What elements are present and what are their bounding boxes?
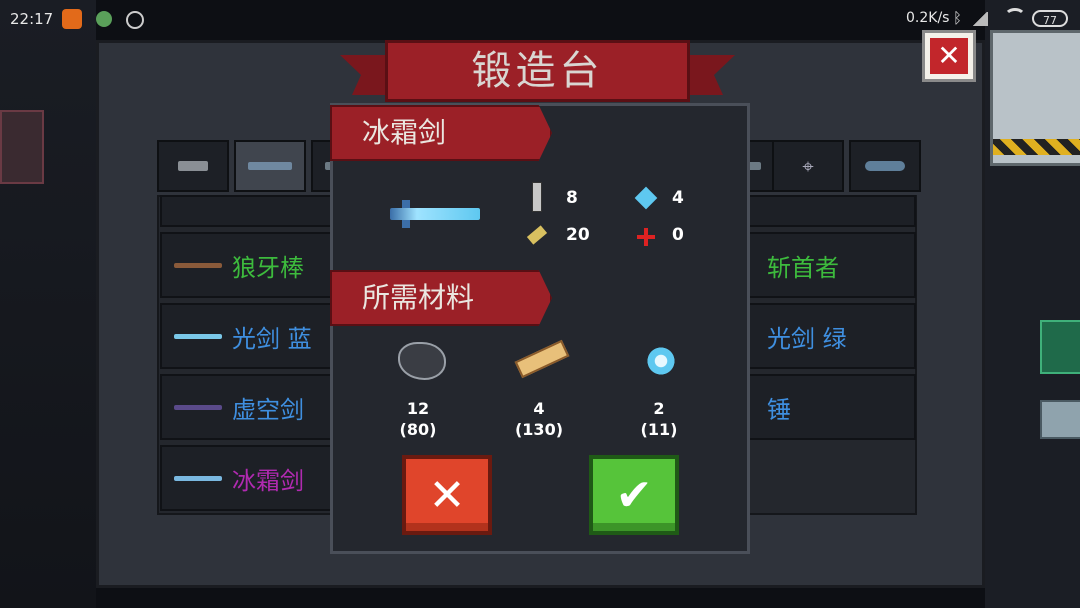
bluetooth-icon: ᛒ <box>953 9 963 27</box>
wifi-icon <box>1004 8 1026 26</box>
clock: 22:17 <box>10 10 54 28</box>
list-item[interactable]: 光剑 蓝 <box>160 303 335 369</box>
material-owned: (11) <box>640 420 678 439</box>
weapon-name: 虚空剑 <box>232 395 304 424</box>
check-icon: ✔ <box>615 469 653 521</box>
material-count: 4 (130) <box>504 398 574 440</box>
stat-crit: 20 <box>566 225 590 245</box>
confirm-button[interactable]: ✔ <box>589 455 679 535</box>
signal-icon <box>972 12 988 26</box>
list-item[interactable]: 冰霜剑 <box>160 445 335 511</box>
background-tank <box>1040 400 1080 439</box>
background-machine <box>990 30 1080 166</box>
list-item[interactable]: 虚空剑 <box>160 374 335 440</box>
tab-crosshair[interactable]: ⌖ <box>772 140 844 192</box>
materials-ribbon: 所需材料 <box>330 270 552 326</box>
weapon-name: 光剑 绿 <box>767 324 847 353</box>
background-left <box>0 0 96 608</box>
weapon-name: 锤 <box>767 395 791 424</box>
background-crate <box>1040 320 1080 374</box>
crosshair-icon <box>637 228 655 246</box>
dialog-weapon-name: 冰霜剑 <box>362 116 447 149</box>
battery-indicator: 77 <box>1032 10 1068 27</box>
close-icon: ✕ <box>930 38 968 74</box>
ice-crystal-icon <box>640 340 682 382</box>
stat-accuracy: 0 <box>672 225 684 245</box>
list-item[interactable]: 斩首者 <box>745 232 916 298</box>
weapon-name: 光剑 蓝 <box>232 324 312 353</box>
stat-attack: 8 <box>566 188 578 208</box>
material-required: 12 <box>406 399 430 418</box>
pistol-icon <box>178 161 208 171</box>
weapon-name: 斩首者 <box>767 253 839 282</box>
timer-icon <box>126 11 144 29</box>
weapon-name: 冰霜剑 <box>232 466 304 495</box>
material-owned: (130) <box>514 420 564 439</box>
forge-dialog <box>330 103 750 554</box>
weapon-icon <box>174 404 222 410</box>
sword-icon <box>532 182 542 212</box>
frog-icon <box>96 11 112 27</box>
crosshair-icon: ⌖ <box>802 154 814 178</box>
material-owned: (80) <box>399 420 437 439</box>
stat-energy: 4 <box>672 188 684 208</box>
forge-title: 锻造台 <box>471 48 604 94</box>
list-item-partial[interactable] <box>160 195 335 227</box>
fish-icon <box>865 161 905 171</box>
list-item[interactable]: 狼牙棒 <box>160 232 335 298</box>
forge-title-banner: 锻造台 <box>385 40 690 102</box>
tab-pistol[interactable] <box>157 140 229 192</box>
weapon-icon <box>174 475 222 481</box>
weapon-name: 狼牙棒 <box>232 253 304 282</box>
material-required: 2 <box>653 399 665 418</box>
list-item[interactable]: 锤 <box>745 374 916 440</box>
tab-fish[interactable] <box>849 140 921 192</box>
weapon-icon <box>174 333 222 339</box>
status-bar: 22:17 0.2K/s ᛒ 77 <box>0 0 1080 38</box>
cancel-button[interactable]: ✕ <box>402 455 492 535</box>
background-cabinet <box>0 110 44 184</box>
weapon-name-ribbon: 冰霜剑 <box>330 105 552 161</box>
rifle-icon <box>248 162 292 170</box>
material-required: 4 <box>533 399 545 418</box>
list-item-partial-right[interactable] <box>740 195 916 227</box>
tab-rifle[interactable] <box>234 140 306 192</box>
material-count: 12 (80) <box>383 398 453 440</box>
network-speed: 0.2K/s <box>906 10 950 26</box>
weapon-preview-icon <box>390 208 480 220</box>
weapon-icon <box>174 262 222 268</box>
list-item[interactable]: 光剑 绿 <box>745 303 916 369</box>
app-icon <box>62 9 82 29</box>
material-count: 2 (11) <box>624 398 694 440</box>
close-icon: ✕ <box>428 469 466 521</box>
materials-title: 所需材料 <box>362 281 475 314</box>
